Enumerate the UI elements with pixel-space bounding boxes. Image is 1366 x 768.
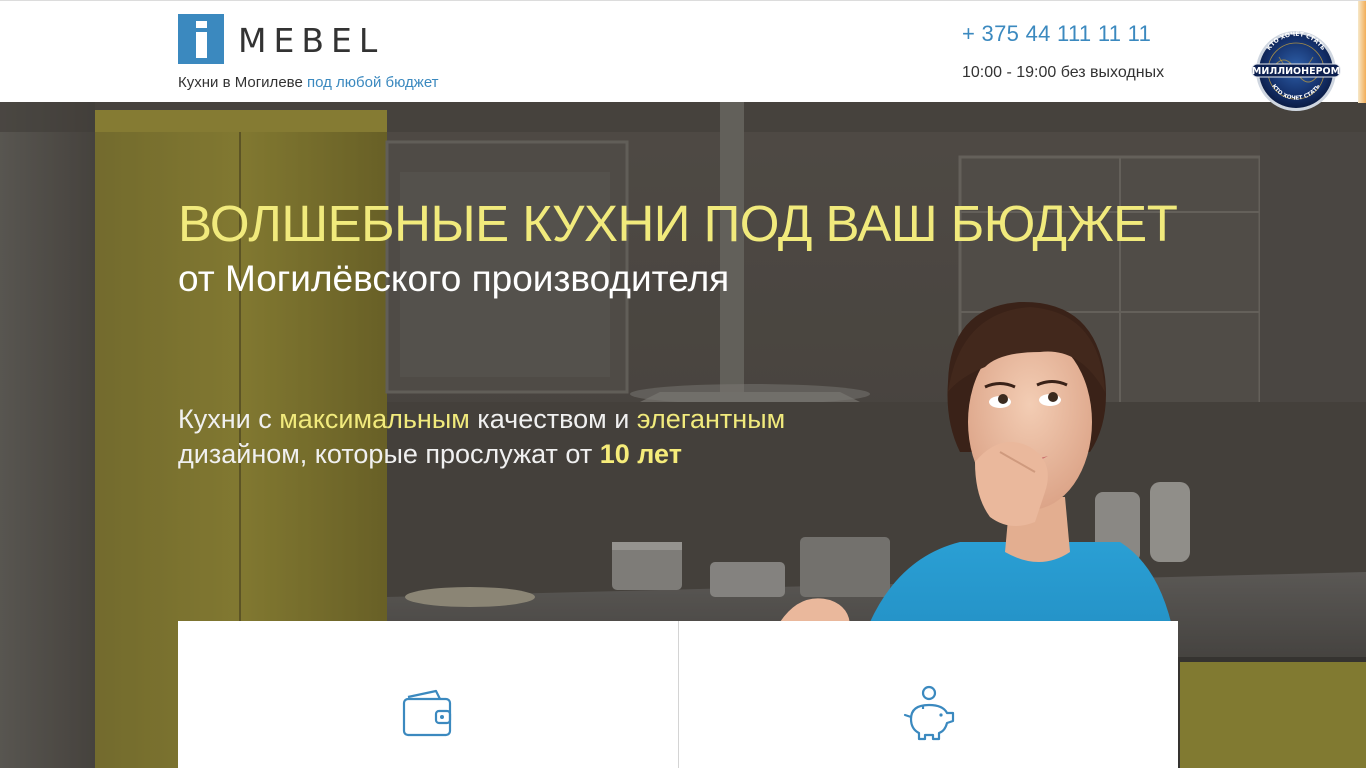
piggy-bank-icon — [903, 685, 955, 741]
desc-highlight-design: элегантным — [636, 404, 786, 434]
badge-main-text: МИЛЛИОНЕРОМ — [1252, 66, 1340, 77]
site-header: MEBEL Кухни в Могилеве под любой бюджет … — [0, 0, 1366, 111]
tagline: Кухни в Могилеве под любой бюджет — [178, 74, 439, 91]
feature-cards — [178, 621, 1178, 768]
hero-description: Кухни с максимальным качеством и элегант… — [178, 402, 878, 472]
tagline-accent: под любой бюджет — [306, 74, 439, 91]
desc-highlight-years: 10 лет — [599, 439, 682, 469]
phone-link[interactable]: + 375 44 111 11 11 — [962, 21, 1151, 47]
desc-part-2: качеством и — [469, 404, 637, 434]
millionaire-badge: КТО ХОЧЕТ СТАТЬ МИЛЛИОНЕРОМ КТО ХОЧЕТ СТ… — [1251, 31, 1341, 111]
hero-headline: ВОЛШЕБНЫЕ КУХНИ ПОД ВАШ БЮДЖЕТ — [178, 195, 1178, 252]
desc-highlight-quality: максимальным — [279, 404, 470, 434]
hero-subheadline: от Могилёвского производителя — [178, 258, 730, 299]
logo-wordmark: MEBEL — [238, 21, 385, 60]
feature-card-budget — [178, 621, 678, 768]
feature-card-savings — [678, 621, 1178, 768]
wallet-icon — [402, 689, 452, 737]
desc-part-1: Кухни с — [178, 404, 280, 434]
desc-part-3: дизайном, которые прослужат от — [178, 439, 600, 469]
logo[interactable]: MEBEL — [178, 14, 418, 66]
working-hours: 10:00 - 19:00 без выходных — [962, 64, 1165, 81]
tagline-prefix: Кухни в Могилеве — [178, 74, 303, 91]
logo-mark — [178, 14, 224, 64]
scroll-indicator — [1358, 1, 1366, 103]
